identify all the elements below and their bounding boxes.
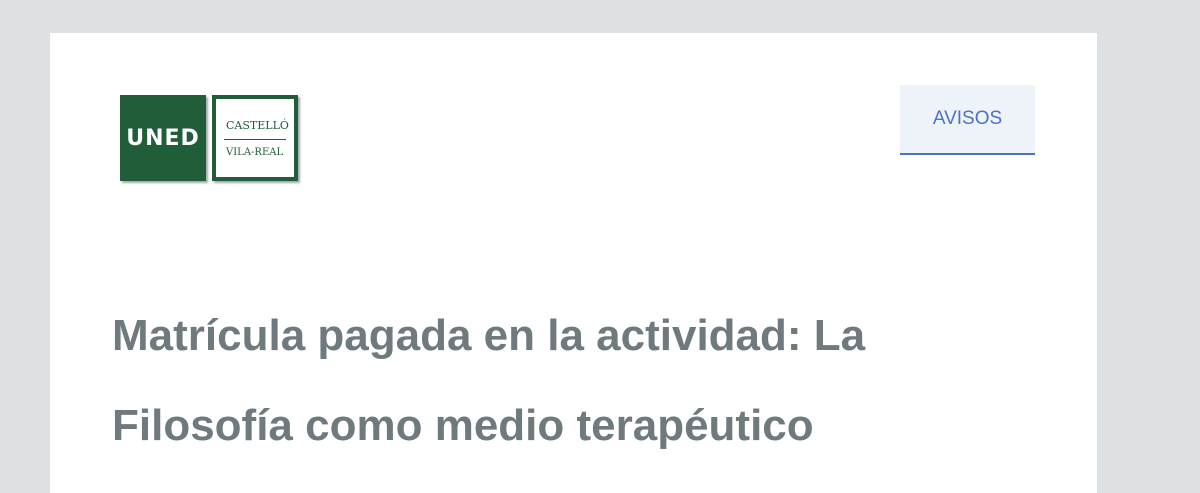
- page-title: Matrícula pagada en la actividad: La Fil…: [112, 311, 866, 450]
- uned-logo-rule: [224, 139, 286, 140]
- uned-logo-center-line1: CASTELLÓ: [226, 119, 289, 132]
- uned-logo-center-line2: VILA-REAL: [226, 147, 284, 158]
- email-card: UNED CASTELLÓ VILA-REAL AVISOS Matrícula…: [50, 33, 1097, 493]
- uned-logo-center-box: CASTELLÓ VILA-REAL: [212, 95, 298, 181]
- uned-logo: UNED CASTELLÓ VILA-REAL: [120, 95, 300, 181]
- uned-logo-mark: UNED: [120, 95, 206, 181]
- avisos-link[interactable]: AVISOS: [900, 85, 1035, 155]
- uned-logo-brand: UNED: [126, 125, 200, 151]
